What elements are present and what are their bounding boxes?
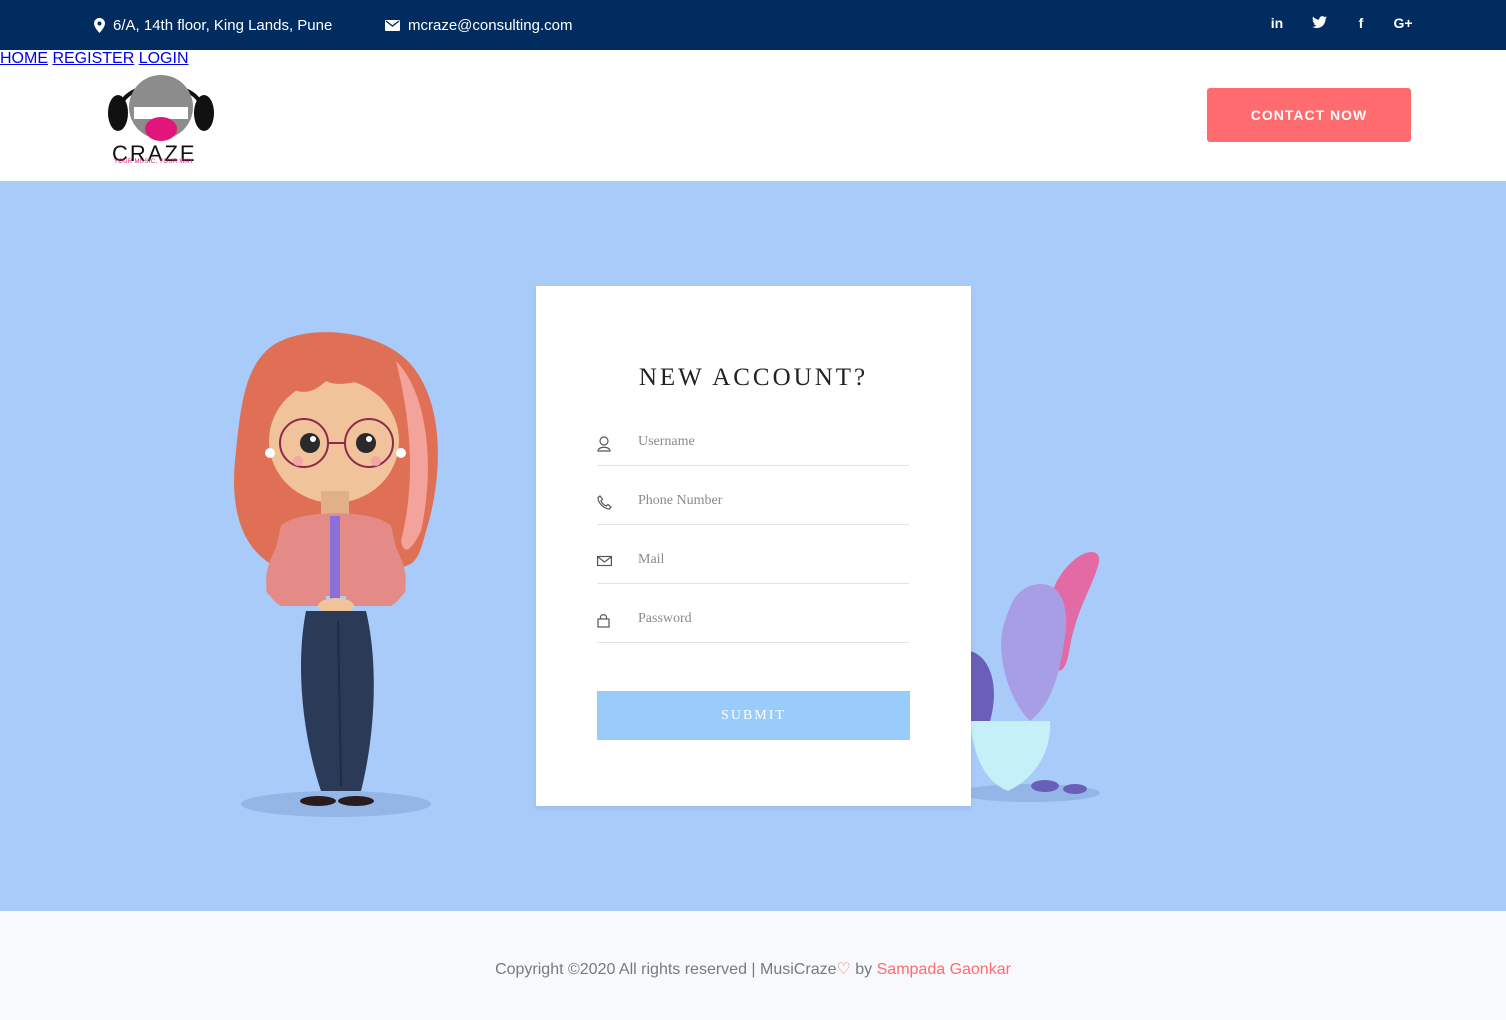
hero-section: NEW ACCOUNT? SUBMIT (0, 181, 1506, 911)
girl-illustration (234, 332, 438, 817)
envelope-icon (385, 20, 400, 31)
password-input[interactable] (638, 611, 898, 627)
contact-now-button[interactable]: CONTACT NOW (1207, 88, 1411, 142)
user-icon (597, 436, 611, 457)
form-title: NEW ACCOUNT? (638, 364, 869, 391)
phone-icon (597, 495, 612, 515)
twitter-icon[interactable] (1309, 15, 1329, 31)
register-card: NEW ACCOUNT? SUBMIT (536, 286, 971, 806)
mail-input[interactable] (638, 552, 898, 568)
phone-field (597, 487, 909, 525)
linkedin-icon[interactable]: in (1267, 15, 1287, 31)
lock-icon (597, 613, 610, 633)
nav-home[interactable]: HOME (0, 50, 48, 67)
email-info: mcraze@consulting.com (385, 17, 572, 34)
by-label: by (850, 961, 877, 978)
password-field (597, 605, 909, 643)
top-bar: 6/A, 14th floor, King Lands, Pune mcraze… (0, 0, 1506, 50)
map-pin-icon (94, 18, 105, 33)
username-input[interactable] (638, 434, 898, 450)
phone-input[interactable] (638, 493, 898, 509)
social-links: in f G+ (1267, 15, 1413, 31)
headphones-logo-icon (108, 75, 214, 141)
google-plus-icon[interactable]: G+ (1393, 15, 1413, 31)
plant-illustration (960, 552, 1100, 802)
mail-field (597, 546, 909, 584)
address-info: 6/A, 14th floor, King Lands, Pune (94, 17, 332, 34)
logo[interactable]: CRAZE YOUR MUSIC, YOUR WAY (106, 63, 216, 168)
copyright-text: Copyright ©2020 All rights reserved | Mu… (0, 959, 1506, 979)
main-nav: HOME REGISTER LOGIN (0, 50, 1506, 68)
facebook-icon[interactable]: f (1351, 15, 1371, 31)
site-footer: Copyright ©2020 All rights reserved | Mu… (0, 911, 1506, 1020)
author-link[interactable]: Sampada Gaonkar (877, 961, 1011, 978)
site-header: CRAZE YOUR MUSIC, YOUR WAY HOME REGISTER… (0, 50, 1506, 181)
submit-button[interactable]: SUBMIT (597, 691, 910, 740)
mail-icon (597, 554, 613, 572)
username-field (597, 428, 909, 466)
heart-icon: ♡ (836, 961, 851, 978)
logo-tagline: YOUR MUSIC, YOUR WAY (114, 159, 194, 165)
copyright-label: Copyright ©2020 All rights reserved | Mu… (495, 961, 837, 978)
address-text: 6/A, 14th floor, King Lands, Pune (113, 17, 333, 34)
email-link[interactable]: mcraze@consulting.com (408, 17, 572, 34)
